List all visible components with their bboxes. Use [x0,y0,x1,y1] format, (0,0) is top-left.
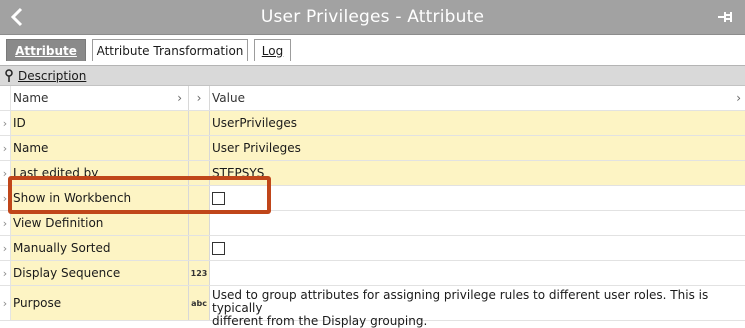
row-type [189,161,210,185]
expand-icon[interactable]: › [0,261,11,285]
expand-icon[interactable]: › [0,161,11,185]
tab-bar: Attribute Attribute Transformation Log [0,35,745,66]
chevron-right-icon: › [177,91,182,105]
pin-icon [0,66,18,85]
window-title: User Privileges - Attribute [260,7,485,27]
table-row[interactable]: › Show in Workbench [0,186,745,211]
header-type[interactable]: › [189,86,210,110]
chevron-right-icon: › [196,91,202,105]
row-name: View Definition [11,211,189,235]
row-value[interactable]: UserPrivileges [210,111,745,135]
header-name-label: Name [13,91,49,105]
pin-button[interactable] [717,9,735,25]
section-header-description[interactable]: Description [0,66,745,86]
grid-header: Name › › Value › [0,86,745,111]
row-value[interactable]: User Privileges [210,136,745,160]
tab-attribute-transformation-label: Attribute Transformation [96,43,244,58]
show-in-workbench-checkbox[interactable] [212,191,225,205]
header-name[interactable]: Name › [11,86,189,110]
text-type-icon: abc [189,286,210,320]
expand-icon[interactable]: › [0,111,11,135]
expand-icon[interactable]: › [0,211,11,235]
row-type [189,211,210,235]
tab-log-label: Log [261,43,284,58]
row-name: ID [11,111,189,135]
header-expand [0,86,11,110]
table-row[interactable]: › Name User Privileges [0,136,745,161]
back-button[interactable] [8,6,26,28]
row-value[interactable] [210,211,745,235]
expand-icon[interactable]: › [0,186,11,210]
row-name: Manually Sorted [11,236,189,260]
manually-sorted-checkbox[interactable] [212,241,225,255]
table-row[interactable]: › Display Sequence 123 [0,261,745,286]
row-value [210,186,745,210]
row-value[interactable]: Used to group attributes for assigning p… [210,286,745,328]
row-type [189,236,210,260]
expand-icon[interactable]: › [0,286,11,320]
table-row[interactable]: › View Definition [0,211,745,236]
table-row[interactable]: › Last edited by STEPSYS [0,161,745,186]
header-value-label: Value [212,91,245,105]
chevron-right-icon: › [736,91,741,105]
table-row[interactable]: › ID UserPrivileges [0,111,745,136]
row-name: Display Sequence [11,261,189,285]
row-type [189,111,210,135]
row-value[interactable]: STEPSYS [210,161,745,185]
row-type [189,136,210,160]
tab-log[interactable]: Log [254,39,291,61]
row-value[interactable] [210,261,745,285]
tab-attribute[interactable]: Attribute [6,39,86,61]
tab-attribute-label: Attribute [15,43,77,58]
row-value [210,236,745,260]
property-grid: Name › › Value › › ID UserPrivileges › N… [0,86,745,328]
row-name: Last edited by [11,161,189,185]
row-name: Purpose [11,286,189,320]
row-type [189,186,210,210]
tab-attribute-transformation[interactable]: Attribute Transformation [92,39,248,61]
numeric-type-icon: 123 [189,261,210,285]
table-row[interactable]: › Purpose abc Used to group attributes f… [0,286,745,328]
header-value[interactable]: Value › [210,86,745,110]
table-row[interactable]: › Manually Sorted [0,236,745,261]
expand-icon[interactable]: › [0,236,11,260]
purpose-line-1: Used to group attributes for assigning p… [212,288,709,315]
section-label: Description [18,68,87,83]
expand-icon[interactable]: › [0,136,11,160]
row-name: Show in Workbench [11,186,189,210]
title-bar: User Privileges - Attribute [0,0,745,35]
chevron-left-icon [10,7,23,27]
row-name: Name [11,136,189,160]
pin-icon [718,12,732,22]
